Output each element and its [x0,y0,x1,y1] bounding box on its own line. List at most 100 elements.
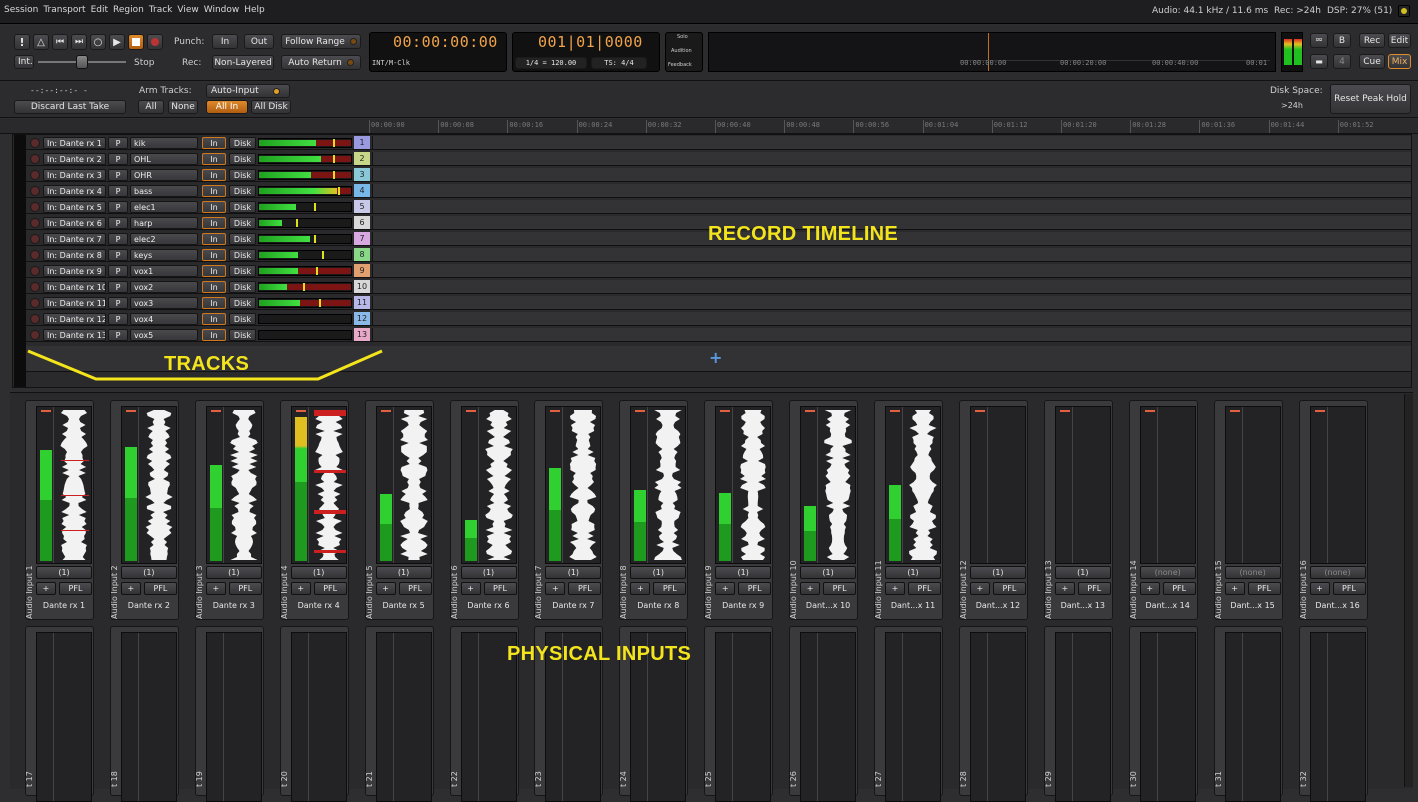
track-row[interactable]: In: Dante rx 4 Pbass In Disk 4 [26,184,1411,198]
track-name[interactable]: elec1 [130,201,198,213]
track-playlist-button[interactable]: P [108,281,128,293]
input-connection-button[interactable]: (1) [800,566,857,579]
track-row[interactable]: In: Dante rx 5 Pelec1 In Disk 5 [26,200,1411,214]
input-pfl-button[interactable]: PFL [228,582,262,595]
track-monitor-disk-button[interactable]: Disk [229,281,256,293]
track-row[interactable]: In: Dante rx 12 Pvox4 In Disk 12 [26,312,1411,326]
track-monitor-disk-button[interactable]: Disk [229,169,256,181]
track-monitor-in-button[interactable]: In [202,137,226,149]
solo-indicator[interactable]: Solo [677,34,688,40]
track-monitor-disk-button[interactable]: Disk [229,265,256,277]
track-row[interactable]: In: Dante rx 1 Pkik In Disk 1 [26,136,1411,150]
int-button[interactable]: Int. [14,55,34,69]
input-connection-button[interactable]: (1) [545,566,602,579]
track-monitor-in-button[interactable]: In [202,249,226,261]
input-add-button[interactable]: + [290,582,311,595]
auto-input-button[interactable]: Auto-Input [206,84,290,98]
track-name[interactable]: vox1 [130,265,198,277]
play-button[interactable]: ▶ [109,34,125,50]
input-add-button[interactable]: + [800,582,821,595]
punch-out-button[interactable]: Out [244,34,274,49]
input-connection-button[interactable]: (1) [715,566,772,579]
track-playlist-button[interactable]: P [108,169,128,181]
input-connection-button[interactable]: (none) [1309,566,1366,579]
input-pfl-button[interactable]: PFL [59,582,92,595]
track-monitor-disk-button[interactable]: Disk [229,137,256,149]
track-timeline-lane[interactable] [372,200,1411,213]
input-pfl-button[interactable]: PFL [823,582,857,595]
track-name[interactable]: harp [130,217,198,229]
audition-indicator[interactable]: Audition [671,48,692,54]
input-add-button[interactable]: + [460,582,481,595]
track-monitor-disk-button[interactable]: Disk [229,153,256,165]
input-connection-button[interactable]: (1) [460,566,517,579]
input-connection-button[interactable]: (none) [1139,566,1196,579]
track-monitor-in-button[interactable]: In [202,297,226,309]
track-timeline-lane[interactable] [372,248,1411,261]
track-input-button[interactable]: In: Dante rx 8 [43,249,106,261]
track-timeline-lane[interactable] [372,184,1411,197]
record-button[interactable] [147,34,163,50]
track-rec-arm-button[interactable] [30,138,40,148]
track-playlist-button[interactable]: P [108,265,128,277]
input-connection-button[interactable]: (1) [120,566,177,579]
metronome-button[interactable]: △ [33,34,49,50]
track-monitor-disk-button[interactable]: Disk [229,329,256,341]
all-disk-button[interactable]: All Disk [251,100,291,114]
track-playlist-button[interactable]: P [108,201,128,213]
keyboard-icon[interactable]: ▬ [1310,54,1328,69]
goto-end-button[interactable]: ⏭ [71,34,87,50]
menu-item-help[interactable]: Help [244,5,265,19]
track-row[interactable]: In: Dante rx 2 P OHL In Disk 2 [26,152,1411,166]
input-add-button[interactable]: + [1224,582,1245,595]
track-input-button[interactable]: In: Dante rx 10 [43,281,106,293]
menu-item-window[interactable]: Window [204,5,240,19]
track-timeline-lane[interactable] [372,264,1411,277]
input-add-button[interactable]: + [969,582,990,595]
input-pfl-button[interactable]: PFL [1077,582,1111,595]
menu-item-view[interactable]: View [177,5,198,19]
track-input-button[interactable]: In: Dante rx 12 [43,313,106,325]
track-monitor-disk-button[interactable]: Disk [229,297,256,309]
track-monitor-disk-button[interactable]: Disk [229,201,256,213]
input-connection-button[interactable]: (1) [885,566,941,579]
track-input-button[interactable]: In: Dante rx 4 [43,185,106,197]
feedback-indicator[interactable]: Feedback [668,62,692,68]
track-monitor-in-button[interactable]: In [202,233,226,245]
input-pfl-button[interactable]: PFL [398,582,432,595]
track-input-button[interactable]: In: Dante rx 3 [43,169,106,181]
edit-window-button[interactable]: Edit [1388,33,1411,48]
track-rec-arm-button[interactable] [30,170,40,180]
track-timeline-lane[interactable] [372,328,1411,341]
all-in-button[interactable]: All In [206,100,248,114]
track-input-button[interactable]: In: Dante rx 2 [43,153,106,165]
track-monitor-disk-button[interactable]: Disk [229,313,256,325]
track-row[interactable]: In: Dante rx 8 Pkeys In Disk 8 [26,248,1411,262]
input-connection-button[interactable]: (1) [630,566,687,579]
follow-range-button[interactable]: Follow Range [281,34,361,49]
track-timeline-lane[interactable] [372,280,1411,293]
punch-in-button[interactable]: In [212,34,238,49]
input-connection-button[interactable]: (none) [1224,566,1281,579]
track-rec-arm-button[interactable] [30,234,40,244]
arm-none-button[interactable]: None [168,100,198,114]
input-add-button[interactable]: + [36,582,56,595]
track-rec-arm-button[interactable] [30,202,40,212]
time-signature-display[interactable]: TS: 4/4 [591,57,647,69]
track-name[interactable]: bass [130,185,198,197]
input-connection-button[interactable]: (1) [375,566,432,579]
track-input-button[interactable]: In: Dante rx 6 [43,217,106,229]
input-add-button[interactable]: + [715,582,736,595]
input-add-button[interactable]: + [545,582,566,595]
track-monitor-in-button[interactable]: In [202,281,226,293]
input-pfl-button[interactable]: PFL [143,582,177,595]
input-add-button[interactable]: + [1054,582,1075,595]
input-add-button[interactable]: + [630,582,651,595]
track-name[interactable]: vox5 [130,329,198,341]
track-input-button[interactable]: In: Dante rx 11 [43,297,106,309]
mix-window-button[interactable]: Mix [1388,54,1411,69]
track-playlist-button[interactable]: P [108,297,128,309]
track-monitor-disk-button[interactable]: Disk [229,217,256,229]
track-playlist-button[interactable]: P [108,137,128,149]
track-monitor-in-button[interactable]: In [202,313,226,325]
